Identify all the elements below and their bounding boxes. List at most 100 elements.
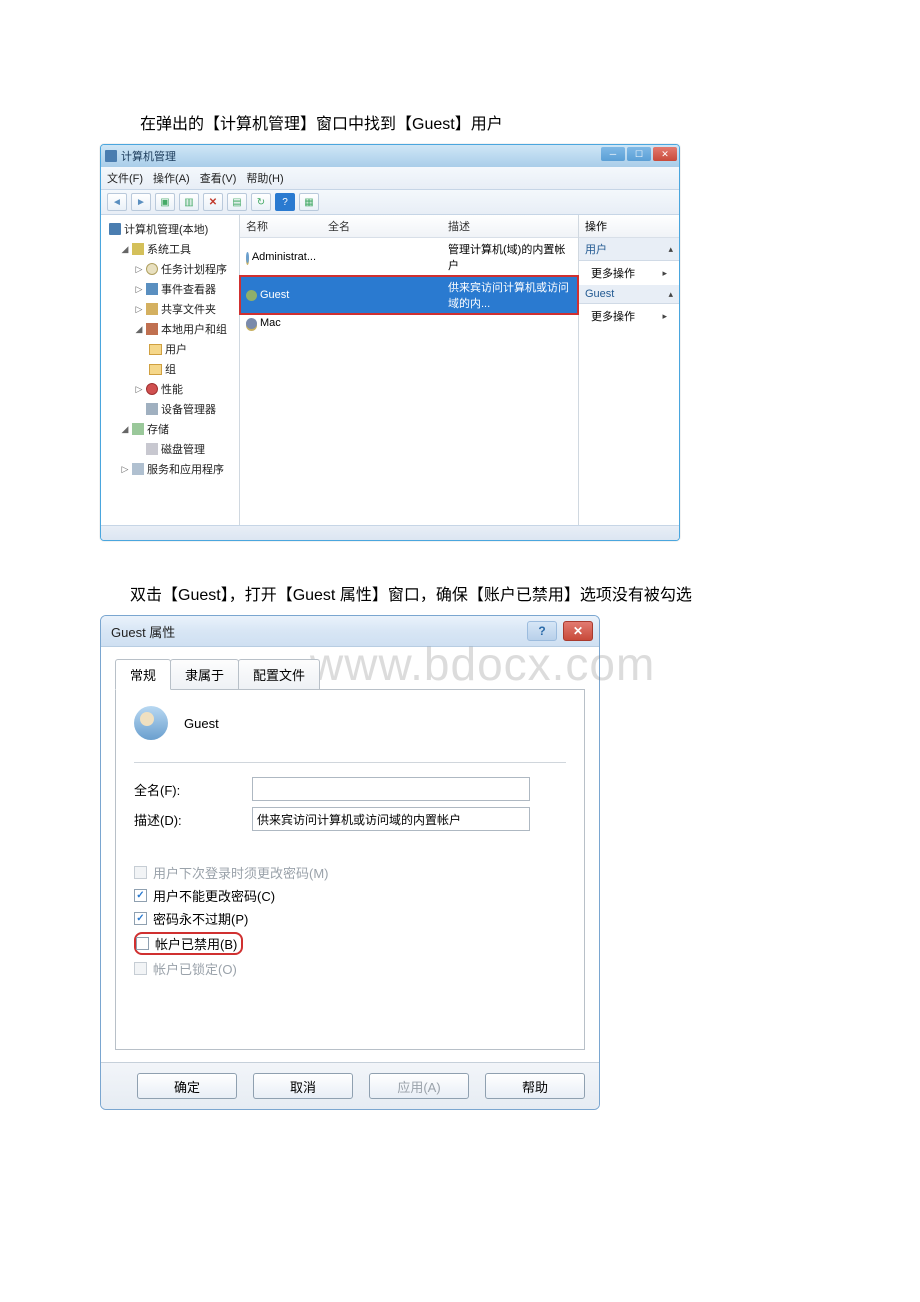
tree-groups[interactable]: 组 bbox=[101, 359, 239, 379]
forward-button[interactable]: ► bbox=[131, 193, 151, 211]
tree-root[interactable]: 计算机管理(本地) bbox=[101, 219, 239, 239]
user-avatar-icon bbox=[134, 706, 168, 740]
tree-label: 事件查看器 bbox=[161, 281, 216, 297]
highlight-account-disabled: 帐户已禁用(B) bbox=[134, 932, 243, 955]
user-row-administrator[interactable]: Administrat... 管理计算机(域)的内置帐户 bbox=[240, 238, 578, 276]
tree-eventviewer[interactable]: ▷事件查看器 bbox=[101, 279, 239, 299]
checkbox-row-cantchange[interactable]: 用户不能更改密码(C) bbox=[134, 886, 566, 905]
checkbox-mustchange bbox=[134, 866, 147, 879]
status-bar bbox=[101, 525, 679, 540]
up-button[interactable]: ▣ bbox=[155, 193, 175, 211]
tab-memberof[interactable]: 隶属于 bbox=[170, 659, 239, 689]
show-hide-button[interactable]: ▥ bbox=[179, 193, 199, 211]
checkbox-row-mustchange: 用户下次登录时须更改密码(M) bbox=[134, 863, 566, 882]
performance-icon bbox=[146, 383, 158, 395]
user-row-guest[interactable]: Guest 供来宾访问计算机或访问域的内... bbox=[240, 276, 578, 314]
menu-file[interactable]: 文件(F) bbox=[107, 170, 143, 186]
checkbox-cantchange[interactable] bbox=[134, 889, 147, 902]
tree-label: 组 bbox=[165, 361, 176, 377]
cancel-button[interactable]: 取消 bbox=[253, 1073, 353, 1099]
column-fullname[interactable]: 全名 bbox=[322, 215, 442, 237]
tab-profile[interactable]: 配置文件 bbox=[238, 659, 320, 689]
scheduler-icon bbox=[146, 263, 158, 275]
checkbox-locked bbox=[134, 962, 147, 975]
checkbox-row-neverexpire[interactable]: 密码永不过期(P) bbox=[134, 909, 566, 928]
tree-label: 本地用户和组 bbox=[161, 321, 227, 337]
actions-section-guest[interactable]: Guest▴ bbox=[579, 285, 679, 304]
user-icon bbox=[246, 318, 257, 329]
tree-root-label: 计算机管理(本地) bbox=[124, 221, 208, 237]
tree-performance[interactable]: ▷性能 bbox=[101, 379, 239, 399]
collapse-icon: ▴ bbox=[668, 244, 673, 255]
menu-view[interactable]: 查看(V) bbox=[200, 170, 237, 186]
user-icon bbox=[246, 290, 257, 301]
computer-management-window: 计算机管理 ─ ☐ ✕ 文件(F) 操作(A) 查看(V) 帮助(H) ◄ ► … bbox=[100, 144, 680, 541]
tree-sharedfolders[interactable]: ▷共享文件夹 bbox=[101, 299, 239, 319]
tab-general[interactable]: 常规 bbox=[115, 659, 171, 690]
tree-users[interactable]: 用户 bbox=[101, 339, 239, 359]
checkbox-neverexpire[interactable] bbox=[134, 912, 147, 925]
dialog-titlebar[interactable]: Guest 属性 ? ✕ bbox=[101, 616, 599, 647]
event-icon bbox=[146, 283, 158, 295]
checkbox-label: 帐户已锁定(O) bbox=[153, 959, 237, 978]
tree-scheduler[interactable]: ▷任务计划程序 bbox=[101, 259, 239, 279]
list-header: 名称 全名 描述 bbox=[240, 215, 578, 238]
checkbox-label: 密码永不过期(P) bbox=[153, 909, 248, 928]
tree-services[interactable]: ▷服务和应用程序 bbox=[101, 459, 239, 479]
actions-header: 操作 bbox=[579, 215, 679, 238]
actions-section-users[interactable]: 用户▴ bbox=[579, 238, 679, 261]
user-row-mac[interactable]: Mac bbox=[240, 314, 578, 332]
window-titlebar[interactable]: 计算机管理 ─ ☐ ✕ bbox=[101, 145, 679, 167]
column-description[interactable]: 描述 bbox=[442, 215, 578, 237]
tree-storage[interactable]: ◢存储 bbox=[101, 419, 239, 439]
description-input[interactable] bbox=[252, 807, 530, 831]
menu-help[interactable]: 帮助(H) bbox=[246, 170, 283, 186]
properties-button[interactable]: ▤ bbox=[227, 193, 247, 211]
close-button[interactable]: ✕ bbox=[563, 621, 593, 641]
tree-localusers[interactable]: ◢本地用户和组 bbox=[101, 319, 239, 339]
checkbox-accountdisabled[interactable] bbox=[136, 937, 149, 950]
export-button[interactable]: ▦ bbox=[299, 193, 319, 211]
checkbox-label: 用户下次登录时须更改密码(M) bbox=[153, 863, 329, 882]
tree-label: 性能 bbox=[161, 381, 183, 397]
minimize-button[interactable]: ─ bbox=[601, 147, 625, 161]
help-button[interactable]: ? bbox=[275, 193, 295, 211]
dialog-button-bar: 确定 取消 应用(A) 帮助 bbox=[101, 1062, 599, 1109]
tree-label: 系统工具 bbox=[147, 241, 191, 257]
users-group-icon bbox=[146, 323, 158, 335]
actions-more-2[interactable]: 更多操作▸ bbox=[579, 304, 679, 328]
fullname-input[interactable] bbox=[252, 777, 530, 801]
disk-icon bbox=[146, 443, 158, 455]
checkbox-row-locked: 帐户已锁定(O) bbox=[134, 959, 566, 978]
maximize-button[interactable]: ☐ bbox=[627, 147, 651, 161]
tree-systools[interactable]: ◢系统工具 bbox=[101, 239, 239, 259]
tree-label: 设备管理器 bbox=[161, 401, 216, 417]
refresh-button[interactable]: ↻ bbox=[251, 193, 271, 211]
checkbox-label: 用户不能更改密码(C) bbox=[153, 886, 275, 905]
tab-content-general: Guest 全名(F): 描述(D): 用户下次登录时须更改密码(M) bbox=[115, 690, 585, 1050]
tree-diskmgmt[interactable]: 磁盘管理 bbox=[101, 439, 239, 459]
cell-name: Mac bbox=[260, 317, 281, 329]
cell-desc bbox=[442, 316, 578, 330]
cell-fullname bbox=[322, 240, 442, 274]
context-help-button[interactable]: ? bbox=[527, 621, 557, 641]
tree-label: 磁盘管理 bbox=[161, 441, 205, 457]
user-icon bbox=[246, 252, 249, 263]
back-button[interactable]: ◄ bbox=[107, 193, 127, 211]
actions-section-label: Guest bbox=[585, 288, 614, 300]
folder-icon bbox=[149, 364, 162, 375]
menu-action[interactable]: 操作(A) bbox=[153, 170, 190, 186]
tree-label: 存储 bbox=[147, 421, 169, 437]
tree-devicemgr[interactable]: 设备管理器 bbox=[101, 399, 239, 419]
ok-button[interactable]: 确定 bbox=[137, 1073, 237, 1099]
column-name[interactable]: 名称 bbox=[240, 215, 322, 237]
delete-button[interactable]: ✕ bbox=[203, 193, 223, 211]
actions-more-1[interactable]: 更多操作▸ bbox=[579, 261, 679, 285]
users-list: 名称 全名 描述 Administrat... 管理计算机(域)的内置帐户 Gu… bbox=[240, 215, 579, 525]
apply-button[interactable]: 应用(A) bbox=[369, 1073, 469, 1099]
navigation-tree[interactable]: 计算机管理(本地) ◢系统工具 ▷任务计划程序 ▷事件查看器 ▷共享文件夹 ◢本… bbox=[101, 215, 240, 525]
close-button[interactable]: ✕ bbox=[653, 147, 677, 161]
cell-desc: 供来宾访问计算机或访问域的内... bbox=[442, 278, 578, 312]
cell-fullname bbox=[322, 316, 442, 330]
help-button[interactable]: 帮助 bbox=[485, 1073, 585, 1099]
